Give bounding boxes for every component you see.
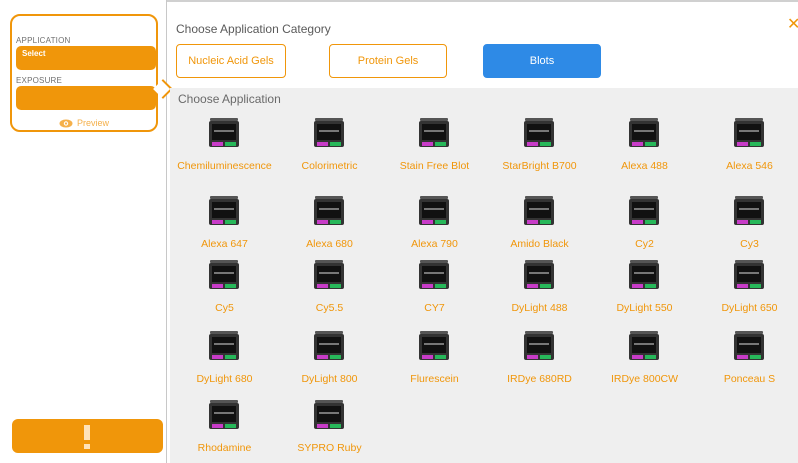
application-chooser-dialog: Choose Application Category ✕ Nucleic Ac… bbox=[168, 12, 798, 463]
application-label: DyLight 550 bbox=[616, 302, 673, 314]
application-label: Amido Black bbox=[510, 238, 569, 250]
application-tile[interactable]: Flurescein bbox=[382, 331, 487, 391]
application-tile[interactable]: Cy5 bbox=[172, 260, 277, 320]
application-tile[interactable]: Cy5.5 bbox=[277, 260, 382, 320]
application-label: Ponceau S bbox=[723, 373, 776, 385]
imager-icon bbox=[419, 196, 449, 225]
imager-icon bbox=[734, 196, 764, 225]
application-tile[interactable]: Alexa 546 bbox=[697, 118, 798, 178]
application-tile[interactable]: Chemiluminescence bbox=[172, 118, 277, 178]
preview-label: Preview bbox=[76, 118, 109, 128]
application-tile[interactable]: DyLight 800 bbox=[277, 331, 382, 391]
category-blots[interactable]: Blots bbox=[483, 44, 601, 78]
imager-icon bbox=[734, 260, 764, 289]
close-icon[interactable]: ✕ bbox=[787, 17, 798, 33]
alert-button[interactable] bbox=[12, 419, 163, 453]
imager-icon bbox=[209, 118, 239, 147]
application-tile[interactable]: Rhodamine bbox=[172, 400, 277, 460]
applications-panel: Choose Application Chemiluminescence Colo… bbox=[170, 88, 798, 463]
imager-icon bbox=[209, 331, 239, 360]
application-tile[interactable]: DyLight 488 bbox=[487, 260, 592, 320]
application-label: Stain Free Blot bbox=[399, 160, 470, 172]
applications-title: Choose Application bbox=[178, 92, 281, 106]
eye-icon bbox=[59, 119, 73, 128]
imager-icon bbox=[209, 196, 239, 225]
imager-icon bbox=[314, 196, 344, 225]
imager-icon bbox=[314, 400, 344, 429]
application-tile[interactable]: Alexa 790 bbox=[382, 196, 487, 256]
imager-icon bbox=[734, 331, 764, 360]
application-label: Chemiluminescence bbox=[177, 160, 272, 172]
application-tile[interactable]: Alexa 647 bbox=[172, 196, 277, 256]
imager-icon bbox=[629, 260, 659, 289]
application-label: StarBright B700 bbox=[502, 160, 577, 172]
application-tile[interactable]: IRDye 800CW bbox=[592, 331, 697, 391]
application-label: CY7 bbox=[424, 302, 445, 314]
application-tile[interactable]: Ponceau S bbox=[697, 331, 798, 391]
application-tile[interactable]: Alexa 680 bbox=[277, 196, 382, 256]
imager-icon bbox=[314, 331, 344, 360]
imager-icon bbox=[524, 196, 554, 225]
application-label: IRDye 680RD bbox=[507, 373, 572, 385]
exposure-field[interactable] bbox=[16, 86, 156, 110]
imager-icon bbox=[629, 118, 659, 147]
application-label: Cy2 bbox=[635, 238, 654, 250]
application-label: Alexa 647 bbox=[201, 238, 248, 250]
application-tile[interactable]: Alexa 488 bbox=[592, 118, 697, 178]
imager-icon bbox=[209, 400, 239, 429]
imager-icon bbox=[314, 118, 344, 147]
imager-icon bbox=[314, 260, 344, 289]
application-label: Alexa 488 bbox=[621, 160, 668, 172]
application-label: Cy3 bbox=[740, 238, 759, 250]
imager-icon bbox=[419, 260, 449, 289]
application-label: DyLight 800 bbox=[301, 373, 358, 385]
application-label: DyLight 488 bbox=[511, 302, 568, 314]
imager-icon bbox=[524, 331, 554, 360]
category-nucleic-acid-gels[interactable]: Nucleic Acid Gels bbox=[176, 44, 286, 78]
application-tile[interactable]: Stain Free Blot bbox=[382, 118, 487, 178]
application-tile[interactable]: DyLight 680 bbox=[172, 331, 277, 391]
application-tile[interactable]: SYPRO Ruby bbox=[277, 400, 382, 460]
imager-icon bbox=[524, 118, 554, 147]
application-label: IRDye 800CW bbox=[610, 373, 679, 385]
application-tile[interactable]: Colorimetric bbox=[277, 118, 382, 178]
imager-icon bbox=[734, 118, 764, 147]
application-label: Alexa 790 bbox=[411, 238, 458, 250]
application-label: APPLICATION bbox=[16, 36, 71, 45]
imager-icon bbox=[524, 260, 554, 289]
application-label: Rhodamine bbox=[197, 442, 252, 454]
application-label: Flurescein bbox=[410, 373, 459, 385]
application-tile[interactable]: Cy2 bbox=[592, 196, 697, 256]
application-label: Colorimetric bbox=[301, 160, 358, 172]
settings-sidebar: APPLICATION Select EXPOSURE Preview bbox=[0, 0, 173, 463]
settings-panel: APPLICATION Select EXPOSURE Preview bbox=[10, 14, 158, 132]
application-label: DyLight 650 bbox=[721, 302, 778, 314]
imager-icon bbox=[419, 118, 449, 147]
application-label: Cy5.5 bbox=[315, 302, 344, 314]
application-tile[interactable]: DyLight 550 bbox=[592, 260, 697, 320]
exposure-label: EXPOSURE bbox=[16, 76, 63, 85]
imager-icon bbox=[629, 196, 659, 225]
category-protein-gels[interactable]: Protein Gels bbox=[329, 44, 447, 78]
application-label: Alexa 680 bbox=[306, 238, 353, 250]
application-label: Alexa 546 bbox=[726, 160, 773, 172]
imager-icon bbox=[419, 331, 449, 360]
application-label: DyLight 680 bbox=[196, 373, 253, 385]
application-tile[interactable]: IRDye 680RD bbox=[487, 331, 592, 391]
imager-icon bbox=[209, 260, 239, 289]
application-tile[interactable]: Cy3 bbox=[697, 196, 798, 256]
application-select[interactable]: Select bbox=[16, 46, 156, 70]
imager-icon bbox=[629, 331, 659, 360]
application-label: SYPRO Ruby bbox=[297, 442, 362, 454]
application-tile[interactable]: StarBright B700 bbox=[487, 118, 592, 178]
application-tile[interactable]: Amido Black bbox=[487, 196, 592, 256]
application-tile[interactable]: DyLight 650 bbox=[697, 260, 798, 320]
category-title: Choose Application Category bbox=[176, 22, 331, 36]
application-tile[interactable]: CY7 bbox=[382, 260, 487, 320]
preview-button[interactable]: Preview bbox=[12, 118, 156, 128]
application-value: Select bbox=[22, 49, 46, 58]
application-label: Cy5 bbox=[215, 302, 234, 314]
